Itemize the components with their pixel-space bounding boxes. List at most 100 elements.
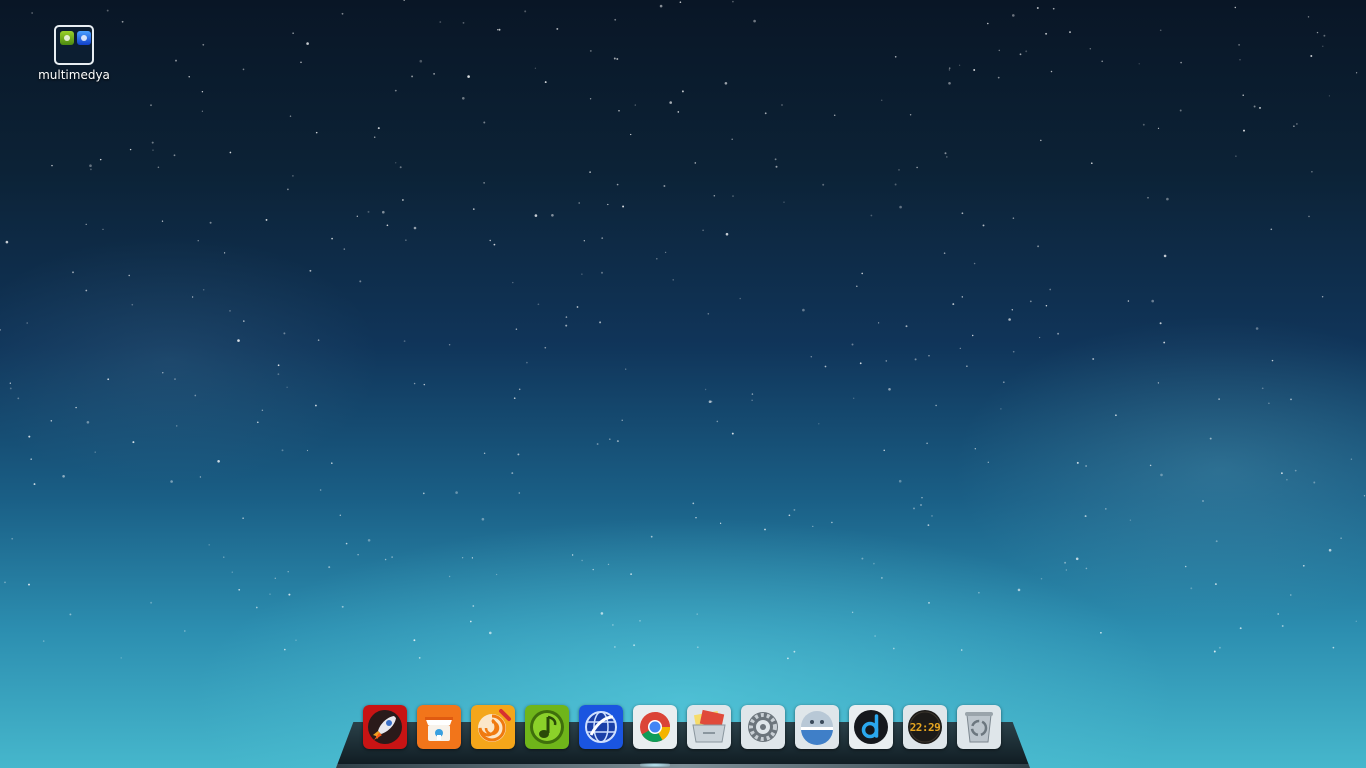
star [1261, 387, 1264, 390]
dock-item-media-player[interactable] [471, 705, 515, 749]
dock-item-settings[interactable] [741, 705, 785, 749]
star [621, 419, 623, 421]
star [551, 214, 554, 217]
star [173, 154, 176, 157]
star [622, 205, 625, 208]
desktop[interactable]: multimedya 22:29 [0, 0, 1366, 768]
star [1184, 565, 1187, 568]
star [695, 517, 697, 519]
star [935, 404, 937, 407]
star [589, 98, 592, 100]
star [1180, 61, 1182, 64]
star [751, 393, 754, 395]
star [1089, 48, 1092, 50]
dock-item-file-manager[interactable] [687, 705, 731, 749]
star [544, 346, 547, 349]
star [1012, 14, 1015, 17]
star [1355, 72, 1358, 74]
star [107, 378, 110, 381]
star [231, 571, 234, 573]
star [455, 491, 458, 494]
star [85, 289, 88, 292]
star [439, 21, 442, 23]
star [1308, 215, 1310, 218]
dock-item-terminal[interactable] [795, 705, 839, 749]
star [607, 203, 609, 206]
star [920, 504, 922, 506]
star [373, 136, 376, 139]
dock-item-music[interactable] [525, 705, 569, 749]
star [1057, 332, 1060, 335]
star [1355, 620, 1358, 623]
star [403, 340, 406, 342]
star [576, 306, 579, 308]
dock-item-web-browser[interactable] [579, 705, 623, 749]
dock-item-d-app[interactable] [849, 705, 893, 749]
star [174, 378, 176, 380]
star [356, 215, 358, 217]
star [1127, 300, 1130, 302]
star [802, 308, 805, 312]
star [1019, 53, 1022, 56]
star [1271, 359, 1274, 362]
star [589, 49, 592, 52]
star [1037, 245, 1040, 248]
star [286, 386, 288, 388]
star [724, 82, 728, 85]
star [1129, 519, 1132, 521]
star [391, 556, 393, 558]
star [472, 208, 475, 210]
dock-item-trash[interactable] [957, 705, 1001, 749]
star [607, 563, 610, 566]
star [289, 115, 292, 117]
star [898, 169, 900, 171]
star [614, 646, 616, 648]
star [518, 388, 521, 391]
star [238, 588, 241, 591]
star [885, 360, 888, 362]
star [120, 657, 122, 659]
star [1101, 60, 1104, 63]
star [223, 556, 225, 558]
star [150, 104, 152, 107]
star [517, 453, 520, 456]
star [26, 322, 28, 324]
star [1239, 627, 1242, 630]
star [1000, 408, 1002, 410]
trash-icon [957, 705, 1001, 749]
star [265, 218, 268, 221]
star [1104, 508, 1107, 510]
star [1209, 437, 1212, 440]
star [681, 90, 684, 93]
star [1277, 613, 1280, 615]
star [42, 640, 45, 642]
dock-item-launcher[interactable] [363, 705, 407, 749]
star [589, 171, 591, 173]
star [853, 397, 855, 399]
star [1002, 381, 1005, 384]
star [281, 449, 284, 452]
dock-item-chrome[interactable] [633, 705, 677, 749]
star [1213, 650, 1216, 653]
dock-item-clock[interactable]: 22:29 [903, 705, 947, 749]
dock-item-app-store[interactable] [417, 705, 461, 749]
star [295, 639, 297, 641]
star [716, 420, 719, 423]
d-app-icon [849, 705, 893, 749]
star [856, 285, 858, 287]
star [493, 243, 496, 246]
star [877, 322, 880, 324]
star [719, 522, 722, 524]
star [341, 605, 344, 608]
star [818, 423, 820, 425]
star [544, 81, 547, 84]
star [261, 409, 264, 412]
star [1307, 16, 1310, 18]
desktop-folder-multimedya[interactable]: multimedya [38, 25, 110, 82]
star [694, 162, 697, 164]
star [600, 612, 604, 615]
star [764, 112, 767, 115]
star [861, 557, 864, 560]
star [787, 657, 789, 660]
star [72, 271, 74, 274]
